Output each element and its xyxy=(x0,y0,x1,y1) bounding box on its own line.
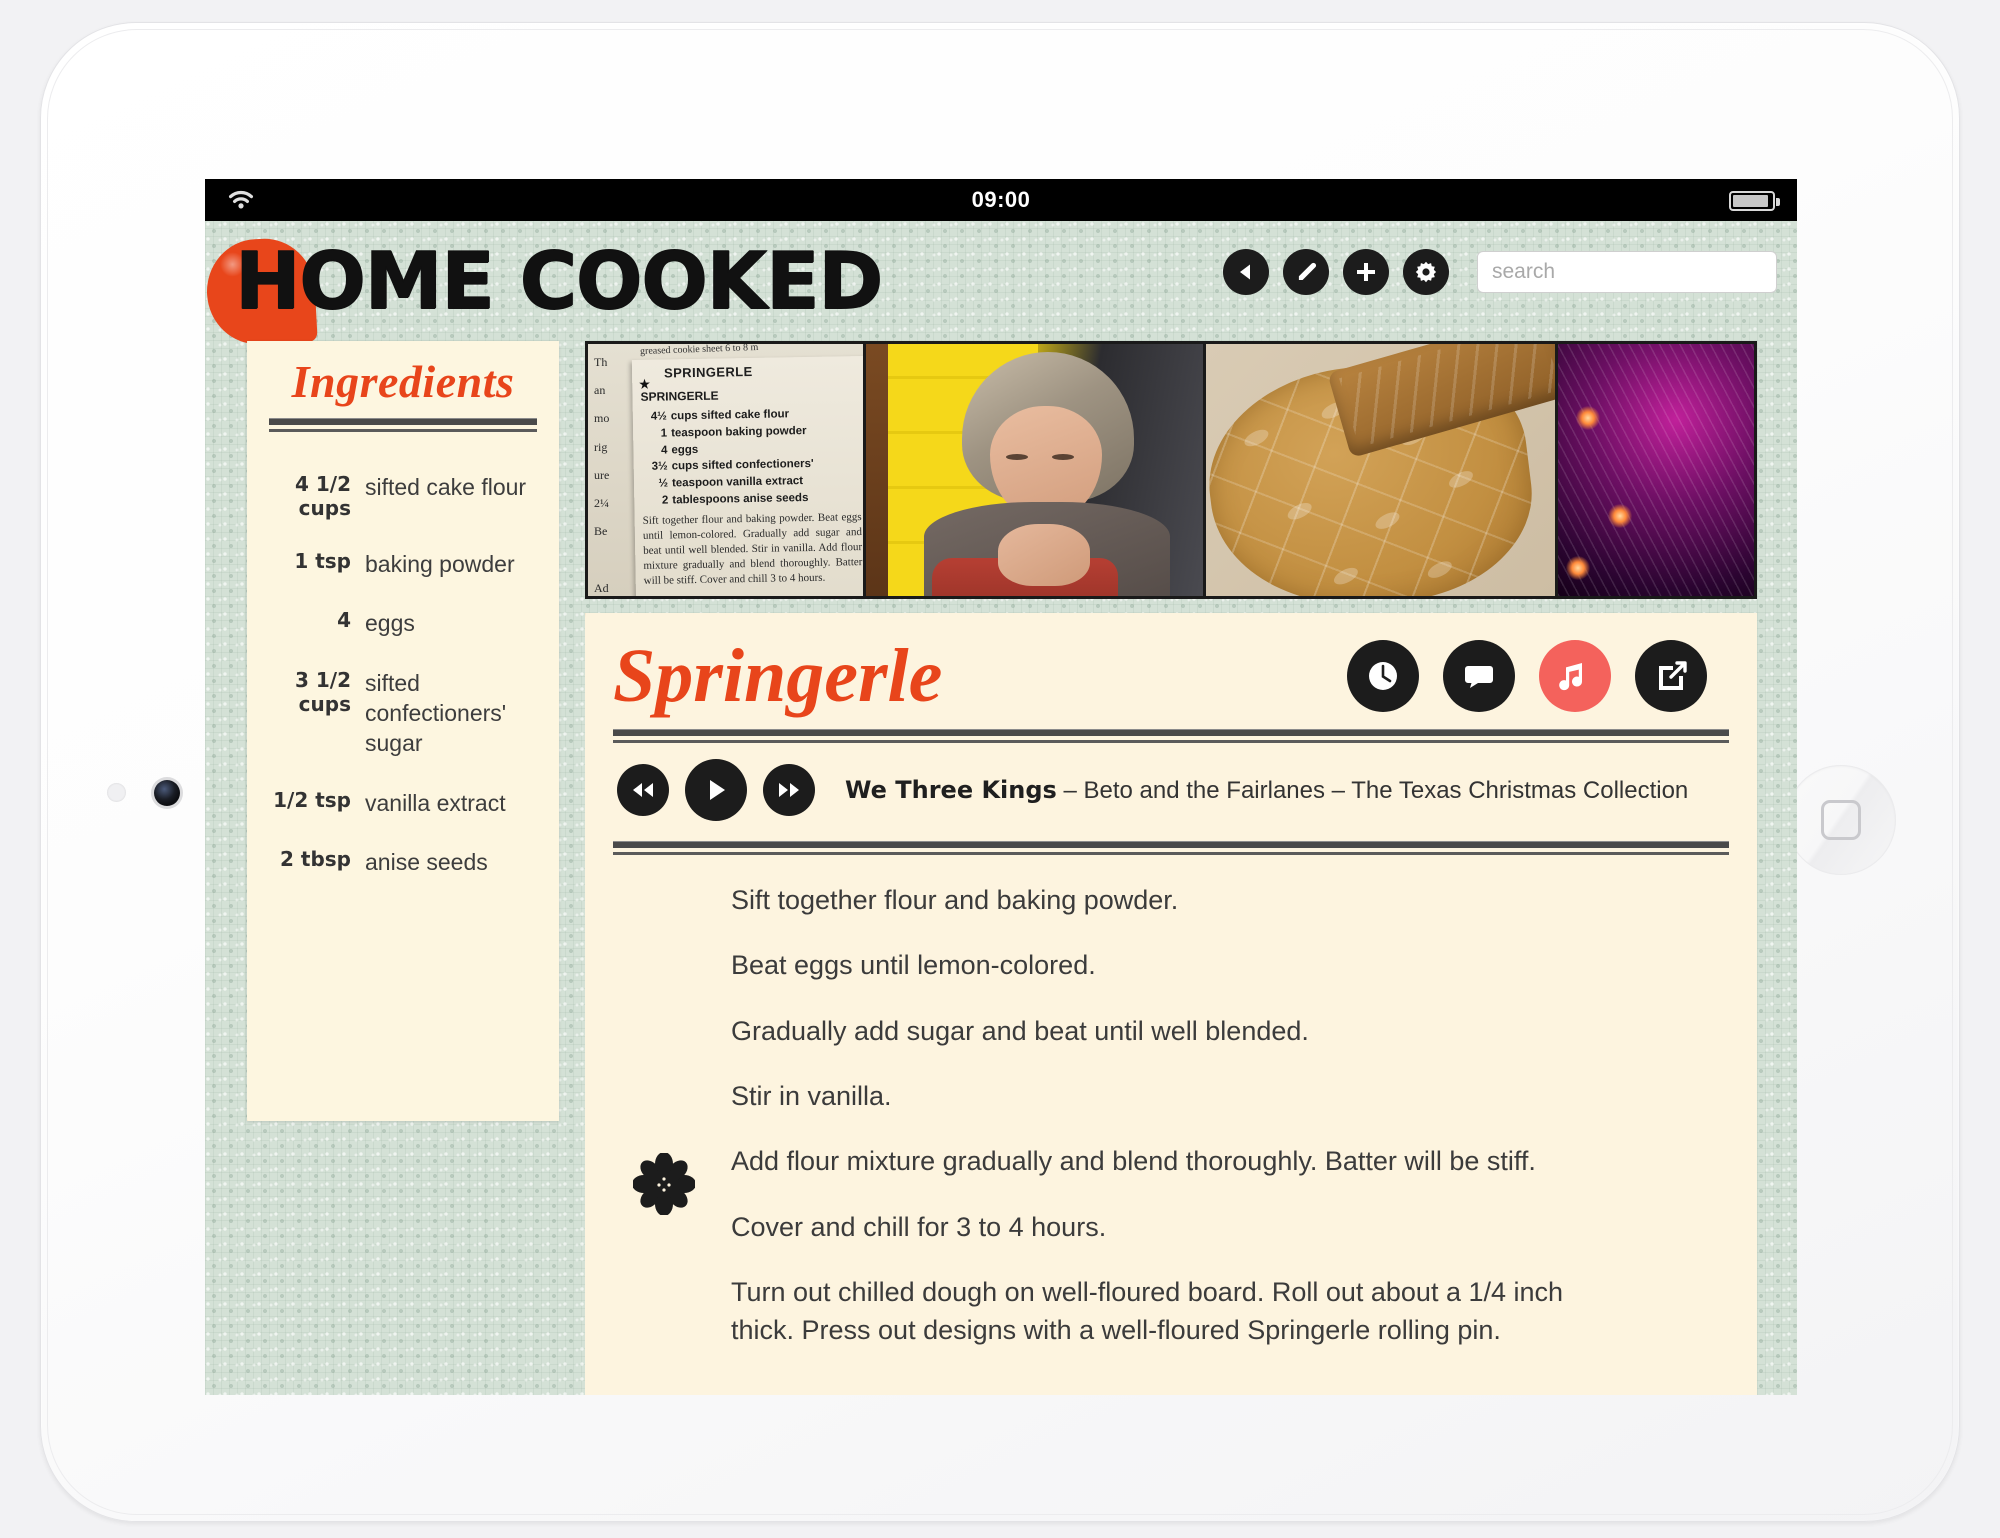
add-button[interactable] xyxy=(1343,249,1389,295)
ingredient-name: anise seeds xyxy=(365,849,488,876)
notes-button[interactable] xyxy=(1443,640,1515,712)
now-playing-text: We Three Kings – Beto and the Fairlanes … xyxy=(845,776,1688,805)
plus-icon xyxy=(1357,263,1375,281)
gear-icon xyxy=(1415,261,1437,283)
track-title: We Three Kings xyxy=(845,775,1057,804)
home-button[interactable] xyxy=(1786,765,1896,875)
track-rest: – Beto and the Fairlanes – The Texas Chr… xyxy=(1056,776,1689,804)
clock-icon xyxy=(1369,662,1397,690)
music-player: We Three Kings – Beto and the Fairlanes … xyxy=(613,743,1729,835)
battery-icon xyxy=(1729,191,1780,211)
ingredient-name: sifted confectioners' sugar xyxy=(365,669,507,757)
photo-christmas-lights[interactable] xyxy=(1558,344,1754,596)
ingredient-amount: 1 tsp xyxy=(294,549,351,573)
share-icon xyxy=(1659,661,1687,690)
ingredients-title: Ingredients xyxy=(291,356,515,407)
clipping-left-column: Thanmorigure2¼BeAdSifSpdo xyxy=(594,355,610,595)
clipping-heading: SPRINGERLE xyxy=(663,363,753,381)
screen: 09:00 HOME COOKED search Ingredients 4 1… xyxy=(205,179,1797,1395)
recipe-step: Gradually add sugar and beat until well … xyxy=(731,1015,1309,1046)
header-toolbar xyxy=(1223,249,1777,295)
settings-button[interactable] xyxy=(1403,249,1449,295)
search-input[interactable] xyxy=(1477,251,1777,293)
app-logo-title: HOME COOKED xyxy=(235,237,884,327)
clipping-body: Sift together flour and baking powder. B… xyxy=(642,511,863,587)
status-bar: 09:00 xyxy=(205,179,1797,221)
ingredient-name: baking powder xyxy=(365,551,515,577)
recipe-title: Springerle xyxy=(613,634,943,718)
star-icon: ★ xyxy=(638,375,651,392)
share-button[interactable] xyxy=(1635,640,1707,712)
back-button[interactable] xyxy=(1223,249,1269,295)
recipe-step: Beat eggs until lemon-colored. xyxy=(731,950,1096,981)
battery-fill xyxy=(1733,195,1769,207)
ingredient-row: 1/2 tsp vanilla extract xyxy=(247,788,559,818)
ingredient-amount: 4 1/2 cups xyxy=(294,472,351,520)
ingredient-row: 2 tbsp anise seeds xyxy=(247,847,559,877)
app-background: HOME COOKED search Ingredients 4 1/2 cup… xyxy=(205,221,1797,1395)
photo-strip: Thanmorigure2¼BeAdSifSpdo greased cookie… xyxy=(585,341,1757,599)
recipe-steps: Sift together flour and baking powder. B… xyxy=(613,855,1729,1350)
ingredient-row: 4 1/2 cups sifted cake flour xyxy=(247,472,559,520)
ingredients-divider xyxy=(269,418,537,432)
flower-asterisk-icon xyxy=(633,1153,695,1215)
ingredients-list: 4 1/2 cups sifted cake flour 1 tsp bakin… xyxy=(247,472,559,878)
recipe-top-divider xyxy=(613,729,1729,743)
back-triangle-icon xyxy=(1240,264,1250,280)
photo-recipe-clipping[interactable]: Thanmorigure2¼BeAdSifSpdo greased cookie… xyxy=(588,344,866,596)
ambient-sensor xyxy=(107,783,126,802)
recipe-bottom-divider xyxy=(613,841,1729,855)
recipe-step: Sift together flour and baking powder. xyxy=(731,885,1179,915)
ipad-device: 09:00 HOME COOKED search Ingredients 4 1… xyxy=(40,22,1960,1522)
speech-bubble-icon xyxy=(1465,666,1493,688)
clipping-ingredients: SPRINGERLE 4½ cups sifted cake flour 1 tea… xyxy=(640,385,861,509)
recipe-panel: Thanmorigure2¼BeAdSifSpdo greased cookie… xyxy=(585,341,1757,1395)
recipe-sheet: Springerle We Three Kings – Beto and the… xyxy=(585,613,1757,1395)
ingredient-amount: 4 xyxy=(337,608,351,633)
home-square-icon xyxy=(1821,800,1861,840)
ingredient-name: eggs xyxy=(365,610,415,637)
timer-button[interactable] xyxy=(1347,640,1419,712)
app-header: HOME COOKED xyxy=(205,221,1797,347)
recipe-step: Add flour mixture gradually and blend th… xyxy=(731,1146,1536,1177)
ingredient-amount: 3 1/2 cups xyxy=(294,667,351,716)
forward-button[interactable] xyxy=(763,764,815,816)
ingredient-name: vanilla extract xyxy=(365,789,506,816)
photo-woman-in-kitchen[interactable] xyxy=(866,344,1206,596)
ingredient-row: 1 tsp baking powder xyxy=(247,549,559,579)
recipe-step: Turn out chilled dough on well-floured b… xyxy=(731,1276,1564,1346)
play-button[interactable] xyxy=(685,759,747,821)
ingredients-panel: Ingredients 4 1/2 cups sifted cake flour… xyxy=(247,341,559,1121)
rewind-button[interactable] xyxy=(617,764,669,816)
wifi-icon xyxy=(229,190,253,209)
photo-springerle-dough[interactable] xyxy=(1206,344,1558,596)
edit-button[interactable] xyxy=(1283,249,1329,295)
ingredient-row: 4 eggs xyxy=(247,608,559,638)
ingredient-row: 3 1/2 cups sifted confectioners' sugar xyxy=(247,668,559,759)
ingredient-name: sifted cake flour xyxy=(365,474,527,500)
music-button[interactable] xyxy=(1539,640,1611,712)
pencil-icon xyxy=(1298,262,1317,280)
music-note-icon xyxy=(1559,663,1582,691)
fast-forward-icon xyxy=(779,783,799,797)
recipe-action-bar xyxy=(1347,640,1729,712)
recipe-step: Cover and chill for 3 to 4 hours. xyxy=(731,1211,1107,1242)
rewind-icon xyxy=(633,783,653,797)
play-icon xyxy=(710,780,725,800)
recipe-header: Springerle xyxy=(613,629,1729,723)
status-time: 09:00 xyxy=(971,187,1031,212)
ingredient-amount: 1/2 tsp xyxy=(273,787,351,812)
ingredient-amount: 2 tbsp xyxy=(280,847,351,872)
clipping-card: ★ SPRINGERLE SPRINGERLE 4½ cups sifted ca… xyxy=(631,355,863,596)
recipe-step: Stir in vanilla. xyxy=(731,1080,892,1111)
clipping-sub-heading: SPRINGERLE xyxy=(640,388,719,404)
front-camera xyxy=(154,780,180,806)
